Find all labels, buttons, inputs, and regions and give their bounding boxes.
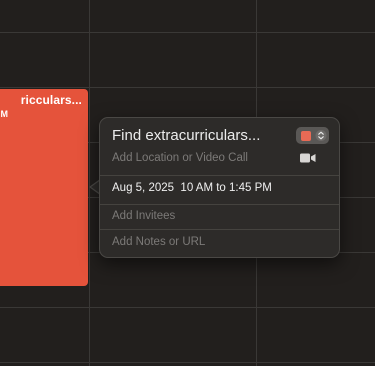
event-time: M: [0, 109, 9, 119]
calendar-color-picker[interactable]: [296, 127, 329, 144]
divider: [100, 175, 339, 176]
location-field[interactable]: Add Location or Video Call: [112, 152, 248, 164]
video-camera-icon[interactable]: [300, 153, 316, 163]
event-title-input[interactable]: Find extracurriculars...: [112, 127, 288, 144]
divider: [100, 204, 339, 205]
calendar-day-view: ricculars... M Find extracurriculars... …: [0, 0, 375, 366]
calendar-event-block[interactable]: ricculars... M: [0, 89, 88, 286]
event-time-range: 10 AM to 1:45 PM: [180, 182, 272, 194]
grid-row-line: [0, 32, 375, 33]
event-detail-popover: Find extracurriculars... Add Location or…: [99, 117, 340, 258]
grid-row-line: [0, 362, 375, 363]
chevron-up-down-icon: [315, 130, 327, 141]
divider: [100, 229, 339, 230]
date-time-field[interactable]: Aug 5, 2025 10 AM to 1:45 PM: [112, 182, 272, 194]
calendar-color-swatch: [301, 131, 311, 141]
event-title: ricculars...: [20, 93, 82, 107]
notes-field[interactable]: Add Notes or URL: [112, 236, 205, 248]
grid-row-line: [0, 87, 375, 88]
event-date: Aug 5, 2025: [112, 182, 175, 194]
grid-row-line: [0, 307, 375, 308]
invitees-field[interactable]: Add Invitees: [112, 210, 175, 222]
